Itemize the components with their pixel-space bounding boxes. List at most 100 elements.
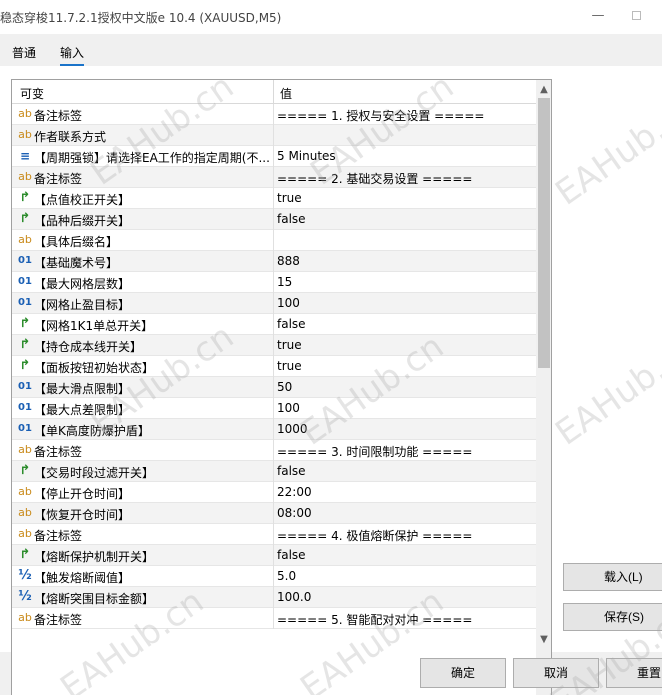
row-value-cell[interactable]: 08:00: [277, 506, 312, 520]
string-type-icon: ab: [18, 107, 32, 120]
integer-type-icon: 01: [18, 402, 32, 413]
table-row[interactable]: 01 【最大网格层数】 15: [12, 272, 536, 293]
table-row[interactable]: ↱ 【面板按钮初始状态】 true: [12, 356, 536, 377]
cell-separator: [273, 461, 274, 482]
table-row[interactable]: ↱ 【网格1K1单总开关】 false: [12, 314, 536, 335]
string-type-icon: ab: [18, 506, 32, 519]
row-variable-name: 【网格止盈目标】: [34, 298, 131, 312]
row-variable-name: 【基础魔术号】: [34, 256, 119, 270]
row-value-cell[interactable]: 22:00: [277, 485, 312, 499]
double-type-icon: ½: [18, 568, 32, 583]
scroll-up-icon[interactable]: ▲: [536, 82, 551, 98]
scroll-down-icon[interactable]: ▼: [536, 632, 551, 648]
minimize-button[interactable]: —: [584, 4, 612, 28]
row-variable-name: 【熔断突围目标金额】: [34, 592, 155, 606]
table-row[interactable]: ab 【具体后缀名】: [12, 230, 536, 251]
table-row[interactable]: ab 作者联系方式: [12, 125, 536, 146]
row-value-cell[interactable]: false: [277, 212, 306, 226]
cell-separator: [273, 356, 274, 377]
row-value-cell[interactable]: 888: [277, 254, 300, 268]
string-type-icon: ab: [18, 128, 32, 141]
table-row[interactable]: ab 【停止开仓时间】 22:00: [12, 482, 536, 503]
cell-separator: [273, 251, 274, 272]
row-variable-name: 【具体后缀名】: [34, 235, 119, 249]
row-value-cell[interactable]: false: [277, 548, 306, 562]
maximize-icon: [631, 11, 641, 20]
minimize-icon: —: [591, 8, 605, 23]
table-row[interactable]: ↱ 【持仓成本线开关】 true: [12, 335, 536, 356]
row-value-cell[interactable]: 100: [277, 401, 300, 415]
ok-button[interactable]: 确定: [420, 658, 506, 688]
table-row[interactable]: ab 备注标签 ===== 4. 极值熔断保护 =====: [12, 524, 536, 545]
row-variable-name: 备注标签: [34, 445, 83, 459]
cell-separator: [273, 293, 274, 314]
cell-separator: [273, 545, 274, 566]
row-value-cell[interactable]: 15: [277, 275, 292, 289]
string-type-icon: ab: [18, 170, 32, 183]
table-row[interactable]: ab 备注标签 ===== 1. 授权与安全设置 =====: [12, 104, 536, 125]
row-value-cell[interactable]: true: [277, 338, 302, 352]
row-value-cell[interactable]: 5.0: [277, 569, 296, 583]
row-value-cell[interactable]: ===== 3. 时间限制功能 =====: [277, 443, 472, 460]
cell-separator: [273, 419, 274, 440]
table-row[interactable]: 01 【基础魔术号】 888: [12, 251, 536, 272]
window-title: 稳态穿梭11.7.2.1授权中文版e 10.4 (XAUUSD,M5): [0, 11, 282, 25]
tab-inputs[interactable]: 输入: [60, 44, 85, 66]
table-row[interactable]: 01 【最大滑点限制】 50: [12, 377, 536, 398]
string-type-icon: ab: [18, 485, 32, 498]
row-variable-name: 【品种后缀开关】: [34, 214, 131, 228]
vertical-scrollbar[interactable]: ▲ ▼: [536, 80, 551, 695]
cell-separator: [273, 125, 274, 146]
title-bar: 稳态穿梭11.7.2.1授权中文版e 10.4 (XAUUSD,M5) —: [0, 0, 662, 34]
bool-type-icon: ↱: [19, 547, 31, 562]
cell-separator: [273, 167, 274, 188]
table-row[interactable]: ab 备注标签 ===== 5. 智能配对对冲 =====: [12, 608, 536, 629]
integer-type-icon: 01: [18, 423, 32, 434]
cell-separator: [273, 482, 274, 503]
row-value-cell[interactable]: true: [277, 191, 302, 205]
row-value-cell[interactable]: ===== 4. 极值熔断保护 =====: [277, 527, 472, 544]
table-row[interactable]: ↱ 【点值校正开关】 true: [12, 188, 536, 209]
tab-common[interactable]: 普通: [12, 44, 36, 64]
cell-separator: [273, 146, 274, 167]
integer-type-icon: 01: [18, 276, 32, 287]
bool-type-icon: ↱: [19, 316, 31, 331]
string-type-icon: ab: [18, 233, 32, 246]
row-value-cell[interactable]: ===== 2. 基础交易设置 =====: [277, 170, 472, 187]
row-value-cell[interactable]: false: [277, 317, 306, 331]
row-variable-name: 【停止开仓时间】: [34, 487, 131, 501]
bool-type-icon: ↱: [19, 463, 31, 478]
load-button[interactable]: 载入(L): [563, 563, 662, 591]
row-value-cell[interactable]: 50: [277, 380, 292, 394]
cell-separator: [273, 377, 274, 398]
row-value-cell[interactable]: true: [277, 359, 302, 373]
scroll-thumb[interactable]: [538, 98, 550, 368]
table-row[interactable]: ½ 【熔断突围目标金额】 100.0: [12, 587, 536, 608]
table-row[interactable]: 01 【网格止盈目标】 100: [12, 293, 536, 314]
table-row[interactable]: ab 【恢复开仓时间】 08:00: [12, 503, 536, 524]
cell-separator: [273, 104, 274, 125]
table-row[interactable]: ab 备注标签 ===== 3. 时间限制功能 =====: [12, 440, 536, 461]
table-row[interactable]: ↱ 【交易时段过滤开关】 false: [12, 461, 536, 482]
column-header-value[interactable]: 值: [280, 85, 292, 102]
string-type-icon: ab: [18, 527, 32, 540]
bool-type-icon: ↱: [19, 190, 31, 205]
cell-separator: [273, 503, 274, 524]
enum-type-icon: ≡: [19, 149, 31, 163]
table-row[interactable]: ½ 【触发熔断阈值】 5.0: [12, 566, 536, 587]
table-row[interactable]: ↱ 【熔断保护机制开关】 false: [12, 545, 536, 566]
row-value-cell[interactable]: 100.0: [277, 590, 311, 604]
cell-separator: [273, 608, 274, 629]
column-header-variable[interactable]: 可变: [20, 85, 44, 102]
row-value-cell[interactable]: 100: [277, 296, 300, 310]
cell-separator: [273, 272, 274, 293]
table-row[interactable]: ↱ 【品种后缀开关】 false: [12, 209, 536, 230]
cell-separator: [273, 209, 274, 230]
maximize-button[interactable]: [622, 4, 650, 28]
row-value-cell[interactable]: false: [277, 464, 306, 478]
integer-type-icon: 01: [18, 255, 32, 266]
row-variable-name: 【熔断保护机制开关】: [34, 550, 155, 564]
column-separator[interactable]: [273, 80, 274, 104]
bool-type-icon: ↱: [19, 358, 31, 373]
row-variable-name: 【恢复开仓时间】: [34, 508, 131, 522]
